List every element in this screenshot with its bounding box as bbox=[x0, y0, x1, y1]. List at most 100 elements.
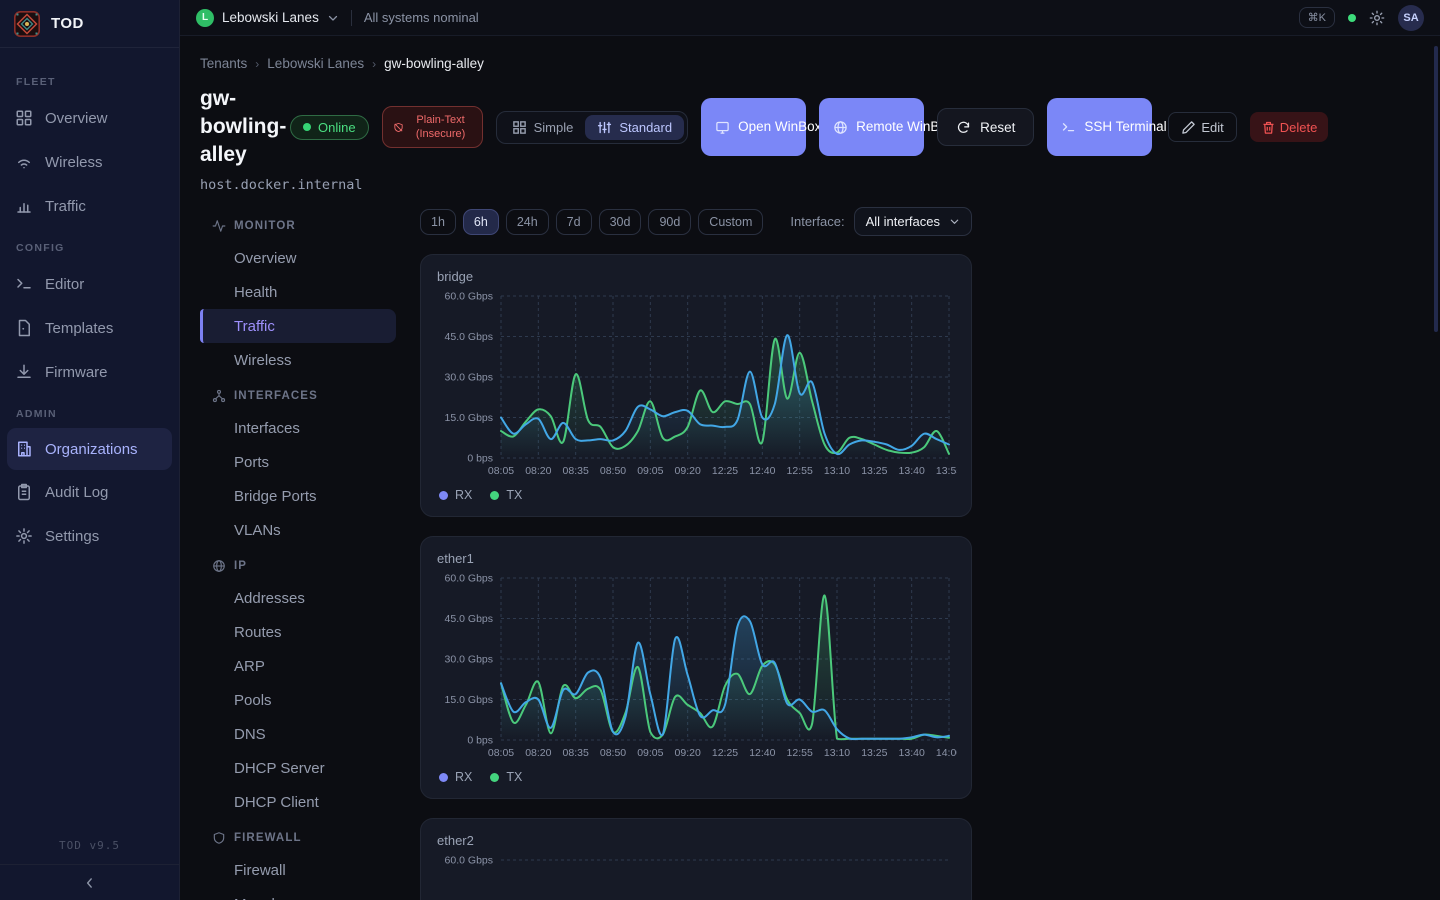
delete-button[interactable]: Delete bbox=[1250, 112, 1329, 142]
subnav-item-dns[interactable]: DNS bbox=[200, 717, 396, 751]
ssh-terminal-button[interactable]: SSH Terminal bbox=[1047, 98, 1152, 156]
nav-section-fleet: FLEET bbox=[0, 62, 179, 96]
remote-winbox-button[interactable]: Remote WinBox bbox=[819, 98, 924, 156]
sidebar-item-label: Overview bbox=[45, 110, 108, 127]
command-palette-shortcut[interactable]: ⌘K bbox=[1299, 7, 1335, 28]
svg-text:08:35: 08:35 bbox=[563, 747, 589, 759]
nav-section-admin: ADMIN bbox=[0, 394, 179, 428]
interface-label: Interface: bbox=[790, 214, 844, 229]
svg-text:13:25: 13:25 bbox=[861, 747, 887, 759]
breadcrumb-separator: › bbox=[372, 57, 376, 71]
sidebar-item-wireless[interactable]: Wireless bbox=[0, 140, 179, 184]
svg-text:30.0 Gbps: 30.0 Gbps bbox=[445, 372, 493, 384]
svg-text:08:05: 08:05 bbox=[488, 465, 514, 477]
subnav-item-firewall[interactable]: Firewall bbox=[200, 853, 396, 887]
svg-text:08:50: 08:50 bbox=[600, 465, 626, 477]
sidebar-item-settings[interactable]: Settings bbox=[0, 514, 179, 558]
terminal-icon bbox=[1061, 120, 1076, 135]
app-logo-icon bbox=[13, 10, 41, 38]
traffic-chart: 60.0 Gbps45.0 Gbps30.0 Gbps15.0 Gbps0 bp… bbox=[437, 572, 957, 764]
toggle-standard[interactable]: Standard bbox=[585, 115, 684, 140]
legend-dot-icon bbox=[490, 491, 499, 500]
range-30d[interactable]: 30d bbox=[599, 209, 642, 235]
sidebar-footer: TOD v9.5 bbox=[0, 831, 179, 900]
toggle-standard-label: Standard bbox=[619, 120, 672, 135]
subnav-section-firewall: FIREWALL bbox=[200, 823, 396, 853]
breadcrumb: Tenants › Lebowski Lanes › gw-bowling-al… bbox=[200, 56, 1440, 71]
toggle-simple[interactable]: Simple bbox=[500, 115, 586, 140]
svg-text:09:20: 09:20 bbox=[675, 465, 701, 477]
subnav-item-dhcp-server[interactable]: DHCP Server bbox=[200, 751, 396, 785]
sidebar-item-overview[interactable]: Overview bbox=[0, 96, 179, 140]
sidebar-item-templates[interactable]: Templates bbox=[0, 306, 179, 350]
bar-chart-icon bbox=[15, 197, 33, 215]
traffic-chart: 60.0 Gbps bbox=[437, 854, 957, 900]
reset-label: Reset bbox=[980, 120, 1015, 135]
time-range-group: 1h 6h 24h 7d 30d 90d Custom bbox=[420, 209, 763, 235]
subnav-item-addresses[interactable]: Addresses bbox=[200, 581, 396, 615]
sidebar-item-organizations[interactable]: Organizations bbox=[7, 428, 172, 470]
sidebar-collapse-button[interactable] bbox=[0, 864, 179, 900]
subnav-item-ports[interactable]: Ports bbox=[200, 445, 396, 479]
svg-text:08:20: 08:20 bbox=[525, 465, 551, 477]
subnav-item-arp[interactable]: ARP bbox=[200, 649, 396, 683]
subnav-item-traffic[interactable]: Traffic bbox=[200, 309, 396, 343]
svg-text:45.0 Gbps: 45.0 Gbps bbox=[445, 613, 493, 625]
trash-icon bbox=[1261, 120, 1276, 135]
breadcrumb-org[interactable]: Lebowski Lanes bbox=[267, 56, 364, 71]
legend-rx: RX bbox=[439, 488, 472, 502]
app-version: TOD v9.5 bbox=[0, 831, 179, 864]
legend-dot-icon bbox=[439, 773, 448, 782]
sidebar-item-firmware[interactable]: Firmware bbox=[0, 350, 179, 394]
svg-text:13:40: 13:40 bbox=[899, 465, 925, 477]
subnav-item-health[interactable]: Health bbox=[200, 275, 396, 309]
ssh-terminal-label: SSH Terminal bbox=[1084, 117, 1138, 137]
legend-dot-icon bbox=[439, 491, 448, 500]
subnav-item-overview[interactable]: Overview bbox=[200, 241, 396, 275]
subnav-item-interfaces[interactable]: Interfaces bbox=[200, 411, 396, 445]
range-24h[interactable]: 24h bbox=[506, 209, 549, 235]
theme-toggle-sun-icon[interactable] bbox=[1369, 10, 1385, 26]
svg-text:12:25: 12:25 bbox=[712, 747, 738, 759]
range-90d[interactable]: 90d bbox=[648, 209, 691, 235]
grid-icon bbox=[512, 120, 527, 135]
sidebar-item-traffic[interactable]: Traffic bbox=[0, 184, 179, 228]
svg-text:14:00: 14:00 bbox=[936, 747, 957, 759]
chart-title: ether2 bbox=[437, 833, 955, 848]
sidebar-item-label: Organizations bbox=[45, 441, 138, 458]
breadcrumb-device: gw-bowling-alley bbox=[384, 56, 484, 71]
sliders-icon bbox=[597, 120, 612, 135]
subnav-item-dhcp-client[interactable]: DHCP Client bbox=[200, 785, 396, 819]
range-7d[interactable]: 7d bbox=[556, 209, 592, 235]
subnav-item-mangle[interactable]: Mangle bbox=[200, 887, 396, 900]
sidebar-item-audit-log[interactable]: Audit Log bbox=[0, 470, 179, 514]
subnav-item-vlans[interactable]: VLANs bbox=[200, 513, 396, 547]
shield-icon bbox=[212, 831, 226, 845]
breadcrumb-separator: › bbox=[255, 57, 259, 71]
device-host: host.docker.internal bbox=[200, 177, 1440, 193]
subnav-item-routes[interactable]: Routes bbox=[200, 615, 396, 649]
subnav-item-bridge-ports[interactable]: Bridge Ports bbox=[200, 479, 396, 513]
range-custom[interactable]: Custom bbox=[698, 209, 763, 235]
org-switcher[interactable]: L Lebowski Lanes bbox=[196, 9, 339, 27]
view-mode-toggle: Simple Standard bbox=[496, 111, 689, 144]
sidebar-item-editor[interactable]: Editor bbox=[0, 262, 179, 306]
edit-button[interactable]: Edit bbox=[1168, 112, 1236, 142]
svg-text:08:20: 08:20 bbox=[525, 747, 551, 759]
chart-card-bridge: bridge 60.0 Gbps45.0 Gbps30.0 Gbps15.0 G… bbox=[420, 254, 972, 517]
reset-button[interactable]: Reset bbox=[937, 108, 1034, 146]
pencil-icon bbox=[1181, 120, 1196, 135]
subnav-item-wireless[interactable]: Wireless bbox=[200, 343, 396, 377]
toggle-simple-label: Simple bbox=[534, 120, 574, 135]
user-avatar[interactable]: SA bbox=[1398, 5, 1424, 31]
breadcrumb-tenants[interactable]: Tenants bbox=[200, 56, 247, 71]
range-1h[interactable]: 1h bbox=[420, 209, 456, 235]
interface-select[interactable]: All interfaces bbox=[854, 207, 972, 236]
subnav-item-pools[interactable]: Pools bbox=[200, 683, 396, 717]
open-winbox-button[interactable]: Open WinBox bbox=[701, 98, 806, 156]
scrollbar-thumb[interactable] bbox=[1434, 46, 1438, 332]
sidebar-item-label: Wireless bbox=[45, 154, 103, 171]
org-name: Lebowski Lanes bbox=[222, 10, 319, 25]
range-6h[interactable]: 6h bbox=[463, 209, 499, 235]
app-logo-row: TOD bbox=[0, 0, 179, 48]
